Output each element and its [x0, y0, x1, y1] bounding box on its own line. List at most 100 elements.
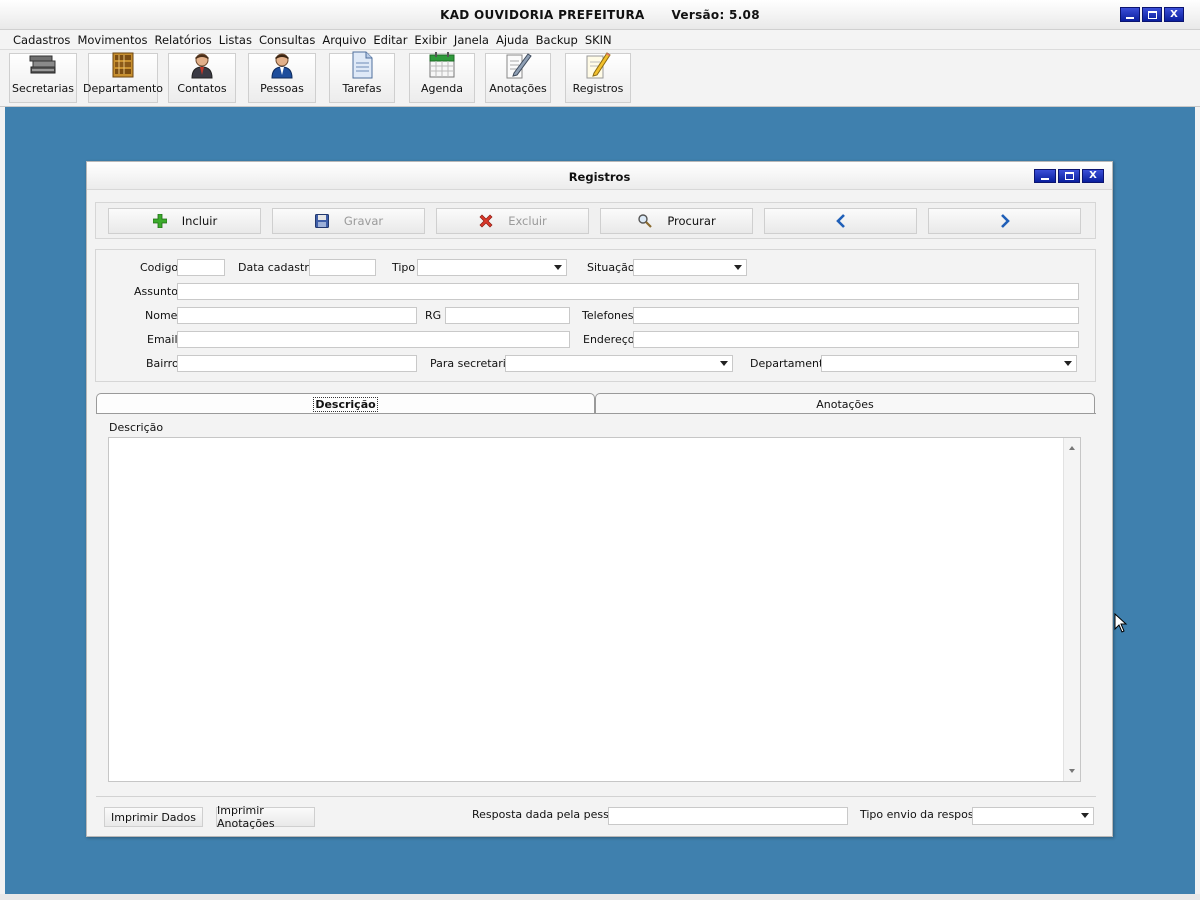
telefones-label: Telefones [582, 309, 634, 322]
person-blue-icon [267, 51, 297, 79]
email-input[interactable] [177, 331, 570, 348]
rg-label: RG [425, 309, 442, 322]
menu-cadastros[interactable]: Cadastros [10, 33, 73, 47]
minimize-button[interactable] [1034, 169, 1056, 183]
toolbar-agenda-button[interactable]: Agenda [409, 51, 475, 103]
chevron-right-icon [997, 213, 1013, 229]
scroll-down-icon[interactable] [1069, 769, 1075, 773]
app-window-controls: X [1120, 7, 1184, 22]
registros-titlebar[interactable]: Registros X [87, 162, 1112, 190]
save-disk-icon [314, 213, 330, 229]
tab-anotacoes-label: Anotações [816, 397, 874, 411]
bairro-input[interactable] [177, 355, 417, 372]
close-button[interactable]: X [1082, 169, 1104, 183]
search-icon [637, 213, 653, 229]
menu-relatorios[interactable]: Relatórios [152, 33, 215, 47]
chevron-down-icon [720, 361, 728, 366]
tipo-label: Tipo [392, 261, 416, 274]
resposta-label: Resposta dada pela pessoa [472, 808, 623, 821]
previous-record-button[interactable] [764, 208, 917, 234]
toolbar-label: Agenda [421, 82, 463, 95]
toolbar-contatos-button[interactable]: Contatos [168, 53, 236, 103]
situacao-select[interactable] [633, 259, 747, 276]
descricao-textarea[interactable] [108, 437, 1081, 782]
menu-exibir[interactable]: Exibir [411, 33, 450, 47]
para-secretaria-label: Para secretaria [430, 357, 513, 370]
assunto-input[interactable] [177, 283, 1079, 300]
bookshelf-icon [108, 51, 138, 79]
para-secretaria-select[interactable] [505, 355, 733, 372]
rg-input[interactable] [445, 307, 570, 324]
form-panel: Codigo Data cadastro Tipo Situação Assun… [95, 249, 1096, 382]
data-cadastro-input[interactable] [309, 259, 376, 276]
nome-label: Nome [145, 309, 178, 322]
menu-ajuda[interactable]: Ajuda [493, 33, 532, 47]
toolbar-registros-button[interactable]: Registros [565, 52, 631, 103]
incluir-label: Incluir [181, 214, 218, 228]
toolbar-anotacoes-button[interactable]: Anotações [485, 53, 551, 103]
procurar-label: Procurar [667, 214, 716, 228]
toolbar-pessoas-button[interactable]: Pessoas [248, 53, 316, 103]
mouse-cursor-icon [1114, 612, 1128, 636]
chevron-left-icon [833, 213, 849, 229]
assunto-label: Assunto [134, 285, 178, 298]
close-button[interactable]: X [1164, 7, 1184, 22]
toolbar-label: Anotações [489, 82, 547, 95]
minimize-icon [1041, 178, 1049, 180]
chevron-down-icon [1064, 361, 1072, 366]
toolbar-tarefas-button[interactable]: Tarefas [329, 51, 395, 103]
tipo-envio-label: Tipo envio da resposta [860, 808, 985, 821]
tab-descricao-label: Descrição [313, 396, 378, 412]
gravar-label: Gravar [343, 214, 384, 228]
registros-window: Registros X Incluir Gravar Excluir Procu… [86, 161, 1113, 837]
incluir-button[interactable]: Incluir [108, 208, 261, 234]
data-cadastro-label: Data cadastro [238, 261, 316, 274]
toolbar-label: Departamento [82, 82, 164, 95]
menu-arquivo[interactable]: Arquivo [319, 33, 369, 47]
menu-editar[interactable]: Editar [370, 33, 410, 47]
toolbar-secretarias-button[interactable]: Secretarias [9, 53, 77, 103]
endereco-label: Endereço [583, 333, 635, 346]
maximize-button[interactable] [1142, 7, 1162, 22]
next-record-button[interactable] [928, 208, 1081, 234]
maximize-button[interactable] [1058, 169, 1080, 183]
menu-listas[interactable]: Listas [216, 33, 255, 47]
codigo-input[interactable] [177, 259, 225, 276]
imprimir-dados-button[interactable]: Imprimir Dados [104, 807, 203, 827]
books-stack-icon [28, 53, 58, 79]
main-toolbar: Secretarias Departamento Contatos Pessoa… [0, 50, 1200, 107]
telefones-input[interactable] [633, 307, 1079, 324]
imprimir-anotacoes-button[interactable]: Imprimir Anotações [216, 804, 315, 830]
menu-janela[interactable]: Janela [451, 33, 492, 47]
nome-input[interactable] [177, 307, 417, 324]
situacao-label: Situação [587, 261, 635, 274]
chevron-down-icon [554, 265, 562, 270]
tipo-envio-select[interactable] [972, 807, 1094, 825]
tipo-select[interactable] [417, 259, 567, 276]
calendar-icon [427, 51, 457, 79]
tab-anotacoes[interactable]: Anotações [595, 393, 1095, 414]
tab-descricao[interactable]: Descrição [96, 393, 595, 414]
person-icon [187, 51, 217, 79]
menu-skin[interactable]: SKIN [582, 33, 615, 47]
toolbar-label: Contatos [177, 82, 227, 95]
scroll-up-icon[interactable] [1069, 446, 1075, 450]
resposta-input[interactable] [608, 807, 848, 825]
menu-consultas[interactable]: Consultas [256, 33, 318, 47]
departamento-select[interactable] [821, 355, 1077, 372]
notepad-pen-icon [503, 51, 533, 79]
imprimir-dados-label: Imprimir Dados [111, 810, 196, 824]
minimize-button[interactable] [1120, 7, 1140, 22]
endereco-input[interactable] [633, 331, 1079, 348]
procurar-button[interactable]: Procurar [600, 208, 753, 234]
excluir-button[interactable]: Excluir [436, 208, 589, 234]
imprimir-anotacoes-label: Imprimir Anotações [217, 804, 275, 830]
gravar-button[interactable]: Gravar [272, 208, 425, 234]
menu-movimentos[interactable]: Movimentos [74, 33, 150, 47]
toolbar-label: Tarefas [342, 82, 382, 95]
registros-title: Registros [568, 170, 631, 184]
toolbar-departamento-button[interactable]: Departamento [83, 51, 163, 103]
toolbar-label: Secretarias [12, 82, 74, 95]
menu-backup[interactable]: Backup [533, 33, 581, 47]
descricao-scrollbar[interactable] [1063, 438, 1080, 781]
